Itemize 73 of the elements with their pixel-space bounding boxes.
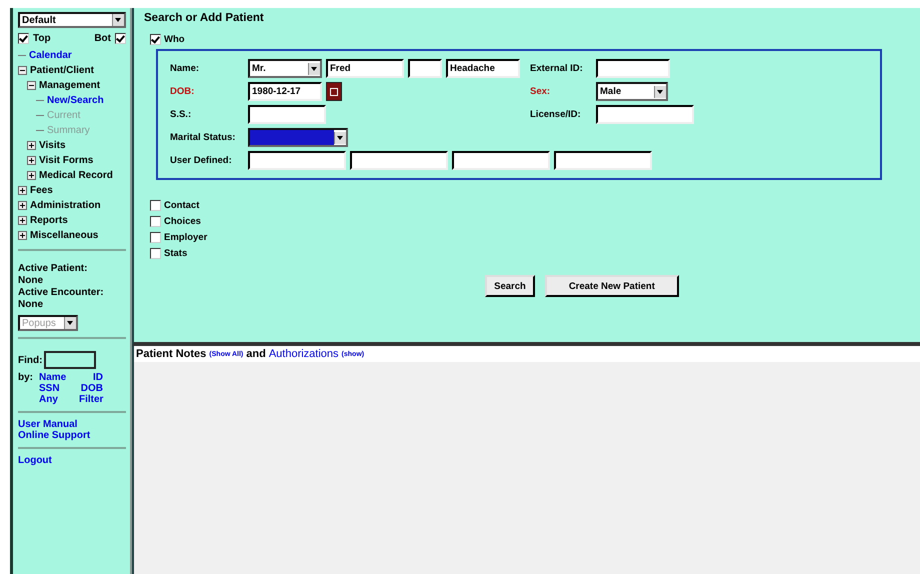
tree-item[interactable]: Medical Record [39, 170, 113, 181]
user-defined-field[interactable] [248, 151, 346, 170]
last-name-field[interactable]: Headache [446, 59, 520, 78]
tree-item[interactable]: Fees [30, 185, 53, 196]
notes-title: Patient Notes [136, 348, 206, 360]
user-defined-label: User Defined: [170, 155, 233, 166]
section-checkbox[interactable]: Contact [150, 200, 910, 211]
sex-label: Sex: [530, 86, 552, 97]
frame-checkbox[interactable]: Bot [94, 33, 126, 44]
section-checkbox[interactable]: Stats [150, 248, 910, 259]
find-by-link[interactable]: Name [39, 372, 79, 383]
name-label: Name: [170, 63, 200, 74]
license-field[interactable] [596, 105, 694, 124]
frame-checkbox[interactable]: Top [18, 33, 51, 44]
expander-icon[interactable] [18, 216, 27, 225]
help-link[interactable]: User Manual [18, 419, 126, 430]
expander-icon[interactable] [27, 171, 36, 180]
find-field[interactable] [44, 351, 96, 369]
calendar-icon[interactable] [326, 82, 342, 101]
dob-label: DOB: [170, 86, 196, 97]
find-by-link[interactable]: Filter [79, 394, 103, 405]
external-id-label: External ID: [530, 63, 584, 74]
expander-icon[interactable] [27, 156, 36, 165]
marital-status-select[interactable] [248, 128, 348, 147]
ss-label: S.S.: [170, 109, 192, 120]
user-defined-field[interactable] [452, 151, 550, 170]
tree-item[interactable]: Management [39, 80, 100, 91]
find-by-link[interactable]: DOB [79, 383, 103, 394]
user-defined-field[interactable] [350, 151, 448, 170]
form-button[interactable]: Create New Patient [544, 275, 679, 297]
page-title: Search or Add Patient [144, 12, 265, 24]
active-encounter-label: Active Encounter: [18, 287, 105, 298]
active-encounter-value: None [18, 299, 44, 310]
ss-field[interactable] [248, 105, 326, 124]
title-select[interactable]: Mr. [248, 59, 322, 78]
tree-item[interactable]: Miscellaneous [30, 230, 98, 241]
authorizations-link[interactable]: Authorizations [268, 348, 339, 360]
view-select[interactable]: Default [18, 12, 126, 28]
marital-status-label: Marital Status: [170, 132, 236, 143]
tree-item[interactable]: Patient/Client [30, 65, 94, 76]
expander-icon[interactable] [18, 66, 27, 75]
section-checkbox[interactable]: Choices [150, 216, 910, 227]
license-label: License/ID: [530, 109, 582, 120]
section-checkbox[interactable]: Employer [150, 232, 910, 243]
user-defined-field[interactable] [554, 151, 652, 170]
expander-icon[interactable] [18, 231, 27, 240]
tree-item[interactable]: Visit Forms [39, 155, 94, 166]
dob-field[interactable]: 1980-12-17 [248, 82, 322, 101]
tree-item[interactable]: Reports [30, 215, 68, 226]
tree-item[interactable]: Calendar [29, 50, 72, 61]
tree-item[interactable]: Visits [39, 140, 66, 151]
and-text: and [246, 348, 266, 360]
active-patient-value: None [18, 275, 44, 286]
expander-icon[interactable] [18, 186, 27, 195]
expander-icon[interactable] [27, 81, 36, 90]
form-button[interactable]: Search [485, 275, 535, 297]
middle-name-field[interactable] [408, 59, 442, 78]
find-by-link[interactable]: ID [79, 372, 103, 383]
tree-item[interactable]: New/Search [47, 95, 104, 106]
who-checkbox[interactable]: Who [150, 34, 910, 45]
first-name-field[interactable]: Fred [326, 59, 404, 78]
external-id-field[interactable] [596, 59, 670, 78]
tree-item[interactable]: Administration [30, 200, 101, 211]
active-patient-label: Active Patient: [18, 263, 88, 274]
sex-select[interactable]: Male [596, 82, 668, 101]
find-label: Find: [18, 354, 42, 366]
find-by-link[interactable]: Any [39, 394, 79, 405]
by-label: by: [18, 372, 33, 385]
expander-icon[interactable] [18, 201, 27, 210]
logout-link[interactable]: Logout [18, 455, 126, 466]
find-by-link[interactable]: SSN [39, 383, 79, 394]
help-link[interactable]: Online Support [18, 430, 126, 441]
expander-icon[interactable] [27, 141, 36, 150]
